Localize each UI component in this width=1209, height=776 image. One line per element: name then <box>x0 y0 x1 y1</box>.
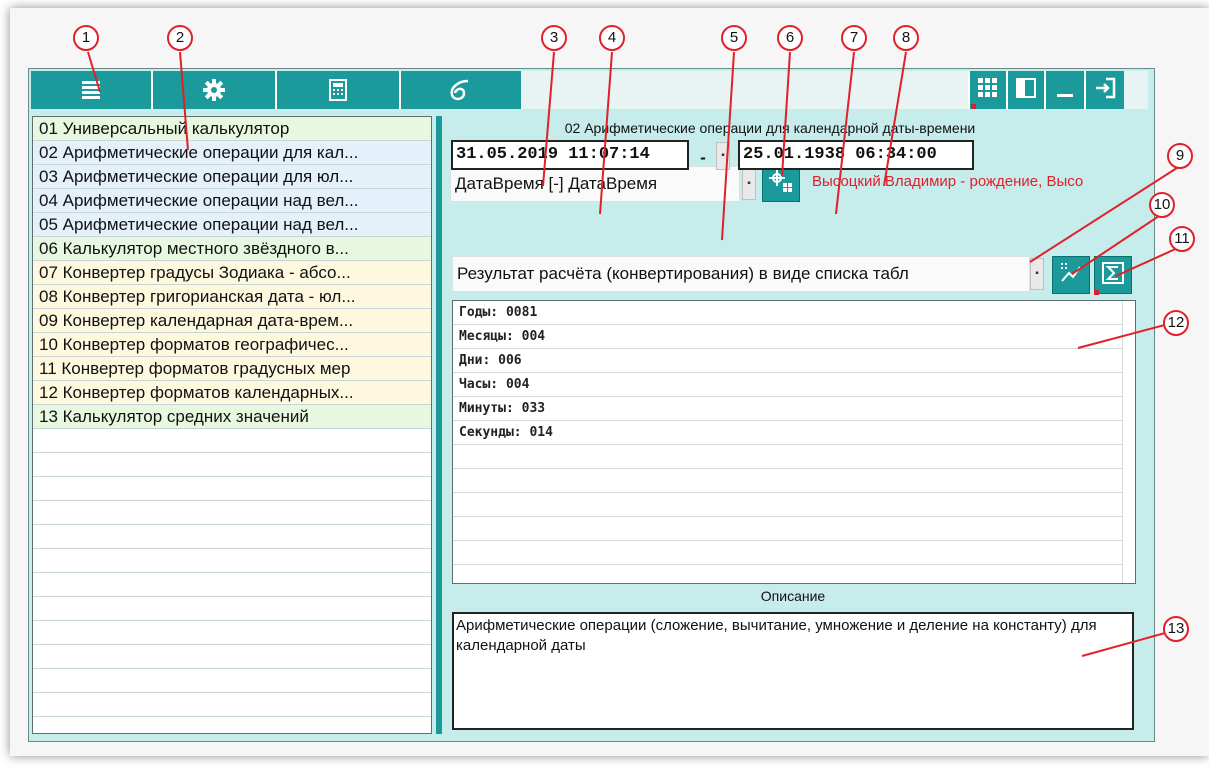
minimize-icon <box>1054 77 1076 104</box>
list-icon <box>80 79 102 101</box>
chart-button[interactable] <box>1052 256 1090 294</box>
sum-button[interactable] <box>1094 256 1132 294</box>
toolbar <box>31 71 1148 109</box>
empty-row <box>33 693 431 717</box>
empty-row <box>33 525 431 549</box>
gear-icon <box>202 78 226 102</box>
empty-row <box>33 477 431 501</box>
calculator-button[interactable] <box>277 71 401 109</box>
list-item[interactable]: 06 Калькулятор местного звёздного в... <box>33 237 431 261</box>
callout-8: 8 <box>893 25 919 51</box>
result-row: Месяцы: 004 <box>453 325 1135 349</box>
calculator-list[interactable]: 01 Универсальный калькулятор 02 Арифмети… <box>32 116 432 734</box>
panel-icon <box>1015 77 1037 104</box>
callout-11: 11 <box>1169 226 1195 252</box>
operator-dropdown[interactable]: ▪ <box>716 142 730 170</box>
description-label: Описание <box>760 588 826 604</box>
results-scrollbar[interactable] <box>1122 301 1135 583</box>
empty-row <box>33 501 431 525</box>
empty-row <box>33 453 431 477</box>
panel-splitter[interactable] <box>436 116 442 734</box>
operation-title: 02 Арифметические операции для календарн… <box>564 120 976 136</box>
grid-view-button[interactable] <box>968 71 1006 109</box>
callout-5: 5 <box>721 25 747 51</box>
empty-row <box>453 517 1135 541</box>
empty-row <box>33 429 431 453</box>
person-label: Высоцкий Владимир - рождение, Высо <box>812 173 1084 190</box>
empty-row <box>453 469 1135 493</box>
list-item[interactable]: 01 Универсальный калькулятор <box>33 117 431 141</box>
callout-9: 9 <box>1167 143 1193 169</box>
callout-10: 10 <box>1149 192 1175 218</box>
result-mode-dropdown[interactable]: ▪ <box>1030 258 1044 290</box>
exit-icon <box>1094 77 1116 104</box>
description-box: Арифметические операции (сложение, вычит… <box>452 612 1134 730</box>
callout-2: 2 <box>167 25 193 51</box>
callout-1: 1 <box>73 25 99 51</box>
list-item[interactable]: 03 Арифметические операции для юл... <box>33 165 431 189</box>
minimize-button[interactable] <box>1044 71 1084 109</box>
empty-row <box>33 669 431 693</box>
settings-button[interactable] <box>153 71 277 109</box>
list-item[interactable]: 08 Конвертер григорианская дата - юл... <box>33 285 431 309</box>
date1-field[interactable]: 31.05.2019 11:07:14 <box>451 140 689 170</box>
result-row: Годы: 0081 <box>453 301 1135 325</box>
callout-6: 6 <box>777 25 803 51</box>
date2-field[interactable]: 25.01.1938 06:34:00 <box>738 140 974 170</box>
list-item[interactable]: 11 Конвертер форматов градусных мер <box>33 357 431 381</box>
result-row: Часы: 004 <box>453 373 1135 397</box>
calculator-icon <box>329 79 347 101</box>
logo-6-icon <box>446 78 476 102</box>
empty-row <box>33 645 431 669</box>
result-row: Секунды: 014 <box>453 421 1135 445</box>
list-item[interactable]: 12 Конвертер форматов календарных... <box>33 381 431 405</box>
operator-sign: - <box>700 148 706 167</box>
list-item[interactable]: 05 Арифметические операции над вел... <box>33 213 431 237</box>
list-item[interactable]: 02 Арифметические операции для кал... <box>33 141 431 165</box>
empty-row <box>453 445 1135 469</box>
empty-row <box>453 493 1135 517</box>
list-item[interactable]: 07 Конвертер градусы Зодиака - абсо... <box>33 261 431 285</box>
callout-3: 3 <box>541 25 567 51</box>
callout-13: 13 <box>1163 616 1189 642</box>
results-table[interactable]: Годы: 0081 Месяцы: 004 Дни: 006 Часы: 00… <box>452 300 1136 584</box>
exit-button[interactable] <box>1084 71 1124 109</box>
list-item[interactable]: 10 Конвертер форматов географичес... <box>33 333 431 357</box>
indicator-dot <box>1094 290 1099 295</box>
sigma-icon <box>1101 261 1125 290</box>
empty-row <box>453 541 1135 565</box>
callout-12: 12 <box>1163 310 1189 336</box>
list-item[interactable]: 09 Конвертер календарная дата-врем... <box>33 309 431 333</box>
list-item[interactable]: 04 Арифметические операции над вел... <box>33 189 431 213</box>
indicator-dot <box>971 104 976 109</box>
list-item[interactable]: 13 Калькулятор средних значений <box>33 405 431 429</box>
grid-icon <box>977 77 999 104</box>
chart-icon <box>1059 261 1083 290</box>
result-mode-select[interactable]: Результат расчёта (конвертирования) в ви… <box>452 256 1030 292</box>
callout-4: 4 <box>599 25 625 51</box>
logo-button[interactable] <box>401 71 521 109</box>
empty-row <box>33 573 431 597</box>
panel-toggle-button[interactable] <box>1006 71 1044 109</box>
result-row: Минуты: 033 <box>453 397 1135 421</box>
menu-button[interactable] <box>31 71 153 109</box>
operation-type-select[interactable]: ДатаВремя [-] ДатаВремя <box>450 166 740 202</box>
empty-row <box>33 597 431 621</box>
result-row: Дни: 006 <box>453 349 1135 373</box>
callout-7: 7 <box>841 25 867 51</box>
operation-type-dropdown[interactable]: ▪ <box>742 168 756 200</box>
empty-row <box>33 549 431 573</box>
empty-row <box>33 621 431 645</box>
crosshair-grid-icon <box>768 168 794 199</box>
